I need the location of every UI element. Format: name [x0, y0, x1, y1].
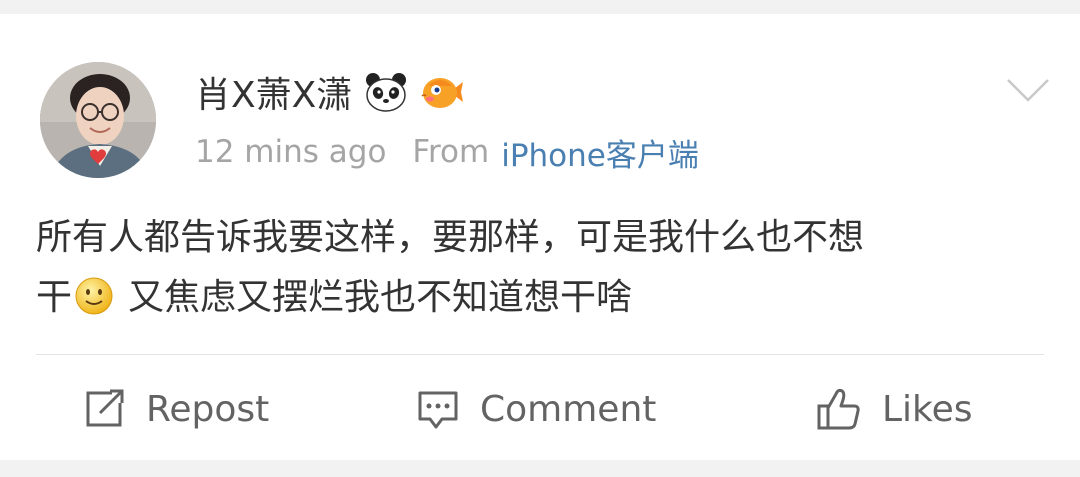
smile-emoji-icon: [74, 275, 114, 315]
comment-button[interactable]: Comment: [416, 384, 656, 434]
post-content: 所有人都告诉我要这样，要那样，可是我什么也不想 干 又焦虑又摆烂我也不知道想干啥: [36, 208, 1046, 328]
comment-icon: [418, 391, 458, 429]
repost-button[interactable]: Repost: [82, 384, 269, 434]
post-card[interactable]: 肖X萧X潇 12 mins ago From iPhone客户端 所有人都告诉我…: [0, 14, 1080, 460]
source-link[interactable]: iPhone客户端: [501, 130, 699, 175]
content-line-1: 所有人都告诉我要这样，要那样，可是我什么也不想: [36, 217, 865, 258]
repost-icon: [86, 389, 124, 427]
comment-label: Comment: [480, 388, 657, 430]
divider: [36, 354, 1044, 355]
fish-icon: [420, 70, 464, 114]
username-row: 肖X萧X潇: [195, 64, 464, 120]
content-line-2-start: 干: [36, 277, 73, 318]
repost-label: Repost: [146, 388, 270, 430]
timestamp: 12 mins ago: [195, 134, 387, 170]
content-line-2-end: 又焦虑又摆烂我也不知道想干啥: [128, 277, 633, 318]
likes-button[interactable]: Likes: [816, 384, 973, 434]
likes-label: Likes: [882, 388, 973, 430]
avatar[interactable]: [40, 62, 156, 178]
thumbs-up-icon: [817, 388, 860, 430]
from-label: From: [412, 134, 490, 170]
panda-icon: [364, 70, 408, 114]
chevron-down-icon[interactable]: [1004, 72, 1052, 108]
content-line-2: 干 又焦虑又摆烂我也不知道想干啥: [36, 268, 1046, 328]
username[interactable]: 肖X萧X潇: [195, 66, 352, 118]
post-meta: 12 mins ago From iPhone客户端: [195, 130, 699, 174]
